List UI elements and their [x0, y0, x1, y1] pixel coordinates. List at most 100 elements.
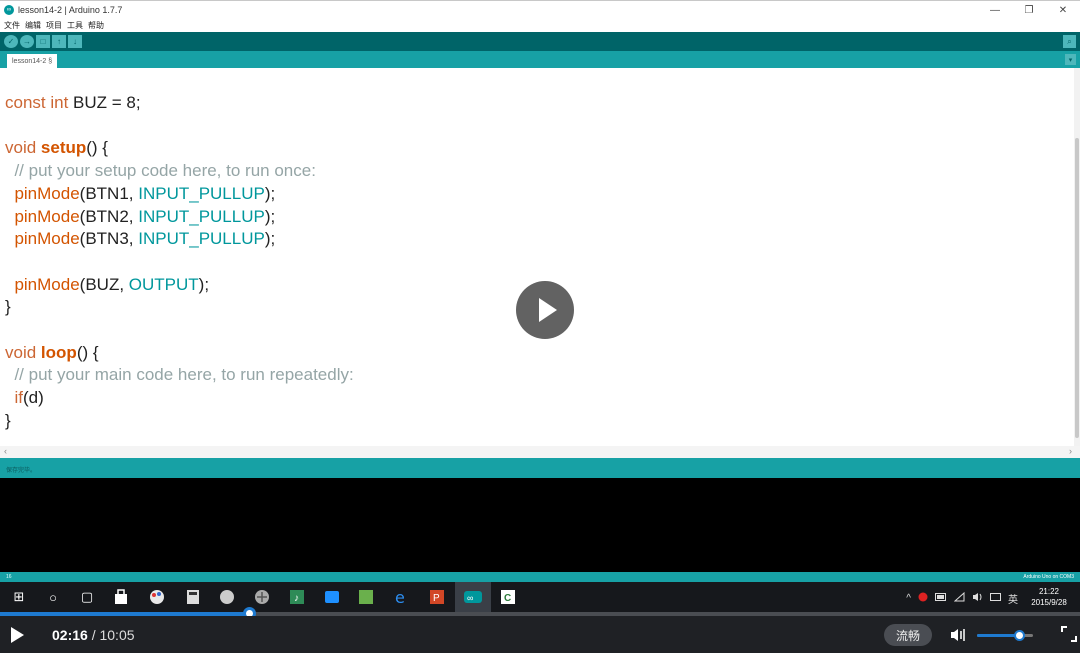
upload-button[interactable]: →	[20, 35, 34, 48]
input-method-label[interactable]: 英	[1008, 591, 1018, 606]
powerpoint-icon[interactable]: P	[428, 588, 446, 606]
scroll-left-icon[interactable]: ‹	[4, 446, 7, 456]
menu-file[interactable]: 文件	[4, 20, 20, 31]
remote-desktop-icon[interactable]	[323, 588, 341, 606]
player-controls: 02:16 / 10:05 流畅	[0, 616, 1080, 653]
console-header: 保存完毕。	[0, 458, 1080, 478]
svg-text:e: e	[395, 589, 405, 605]
arrow-up-icon: ↑	[57, 37, 61, 46]
minimize-button[interactable]: —	[978, 1, 1012, 19]
code-line: void loop() {	[5, 342, 99, 362]
menu-bar: 文件 编辑 项目 工具 帮助	[0, 18, 1080, 32]
clock-date: 2015/9/28	[1031, 598, 1067, 607]
menu-sketch[interactable]: 项目	[46, 20, 62, 31]
console-output[interactable]	[0, 478, 1080, 572]
editor-horizontal-scrollbar[interactable]: ‹ ›	[0, 446, 1080, 458]
arduino-taskbar-icon[interactable]: ∞	[464, 588, 482, 606]
tab-lesson14-2[interactable]: lesson14-2 §	[7, 54, 58, 68]
restore-button[interactable]: ❐	[1012, 1, 1046, 19]
console-status-message: 保存完毕。	[6, 468, 37, 474]
code-text: const int BUZ = 8; void setup() { // put…	[5, 92, 354, 433]
quality-button[interactable]: 流畅	[884, 624, 932, 646]
code-editor[interactable]: const int BUZ = 8; void setup() { // put…	[0, 68, 1074, 446]
total-time: 10:05	[99, 627, 135, 643]
battery-tray-icon[interactable]	[935, 593, 947, 604]
code-line: const int BUZ = 8;	[5, 93, 141, 112]
video-frame: ∞ lesson14-2 | Arduino 1.7.7 — ❐ ✕ 文件 编辑…	[0, 0, 1080, 653]
playback-time: 02:16 / 10:05	[52, 627, 135, 643]
window-titlebar: ∞ lesson14-2 | Arduino 1.7.7 — ❐ ✕	[0, 0, 1080, 18]
open-button[interactable]: ↑	[52, 35, 66, 48]
board-port-label: Arduino Uno on COM3	[1023, 574, 1074, 580]
paint-app-icon[interactable]	[148, 588, 166, 606]
camtasia-icon[interactable]: C	[499, 588, 517, 606]
speaker-tray-icon[interactable]	[972, 592, 983, 605]
window-controls: — ❐ ✕	[978, 1, 1080, 19]
code-line: pinMode(BTN3, INPUT_PULLUP);	[5, 229, 276, 249]
editor-vertical-scrollbar[interactable]	[1074, 68, 1080, 446]
svg-text:P: P	[433, 593, 440, 604]
overlay-play-button[interactable]	[516, 281, 574, 339]
magnifier-icon: ⌕	[1067, 36, 1072, 46]
serial-monitor-button[interactable]: ⌕	[1063, 35, 1076, 48]
tab-menu-button[interactable]: ▾	[1065, 54, 1076, 65]
play-icon[interactable]	[11, 627, 24, 643]
code-line: }	[5, 297, 11, 317]
close-button[interactable]: ✕	[1046, 1, 1080, 19]
volume-handle[interactable]	[1014, 630, 1025, 641]
status-bar: 16 Arduino Uno on COM3	[0, 572, 1080, 582]
windows-taskbar: ⊞ ○ ▢ ♪ e P ∞ C ^ 英 21:22 2015/9/28	[0, 582, 1080, 612]
save-button[interactable]: ↓	[68, 35, 82, 48]
keyboard-tray-icon[interactable]	[990, 592, 1001, 605]
windows-start-icon[interactable]: ⊞	[10, 588, 28, 606]
antivirus-tray-icon[interactable]	[918, 592, 928, 605]
search-icon[interactable]: ○	[44, 588, 62, 606]
arrow-down-icon: ↓	[73, 37, 77, 46]
check-icon: ✓	[7, 37, 15, 46]
menu-help[interactable]: 帮助	[88, 20, 104, 31]
code-line: void setup() {	[5, 138, 108, 158]
line-number: 16	[6, 574, 12, 580]
image-viewer-icon[interactable]	[357, 588, 375, 606]
network-app-icon[interactable]	[253, 588, 271, 606]
time-separator: /	[87, 627, 100, 643]
code-line: if(d)	[5, 388, 44, 408]
svg-text:♪: ♪	[294, 593, 299, 604]
clock-time: 21:22	[1038, 587, 1060, 596]
wifi-tray-icon[interactable]	[953, 591, 965, 605]
music-app-icon[interactable]: ♪	[288, 588, 306, 606]
volume-slider[interactable]	[977, 630, 1033, 641]
code-line: pinMode(BTN1, INPUT_PULLUP);	[5, 183, 276, 203]
chevron-down-icon: ▾	[1068, 56, 1073, 64]
scrollbar-thumb[interactable]	[1075, 138, 1079, 438]
taskbar-clock[interactable]: 21:22 2015/9/28	[1021, 586, 1077, 608]
system-tray: ^ 英	[899, 591, 1018, 606]
arduino-toolbar: ✓ → □ ↑ ↓ ⌕	[0, 32, 1080, 51]
code-line: // put your main code here, to run repea…	[5, 365, 354, 385]
code-line: }	[5, 410, 11, 430]
new-file-icon: □	[40, 37, 46, 46]
verify-button[interactable]: ✓	[4, 35, 18, 48]
calculator-icon[interactable]	[184, 588, 202, 606]
shield-app-icon[interactable]	[218, 588, 236, 606]
menu-edit[interactable]: 编辑	[25, 20, 41, 31]
arrow-right-icon: →	[23, 37, 31, 46]
fullscreen-icon[interactable]	[1061, 626, 1077, 642]
current-time: 02:16	[52, 627, 88, 643]
window-title: lesson14-2 | Arduino 1.7.7	[18, 4, 123, 15]
volume-fill	[977, 634, 1019, 637]
tray-caret-icon[interactable]: ^	[906, 593, 911, 604]
code-line: // put your setup code here, to run once…	[5, 161, 316, 181]
volume-icon[interactable]	[949, 626, 967, 644]
svg-text:C: C	[504, 593, 511, 604]
edge-browser-icon[interactable]: e	[393, 588, 411, 606]
svg-text:∞: ∞	[467, 593, 473, 603]
store-icon[interactable]	[112, 588, 130, 606]
scroll-right-icon[interactable]: ›	[1069, 446, 1072, 456]
arduino-app-icon: ∞	[4, 4, 14, 15]
menu-tools[interactable]: 工具	[67, 20, 83, 31]
new-button[interactable]: □	[36, 35, 50, 48]
task-view-icon[interactable]: ▢	[78, 588, 96, 606]
